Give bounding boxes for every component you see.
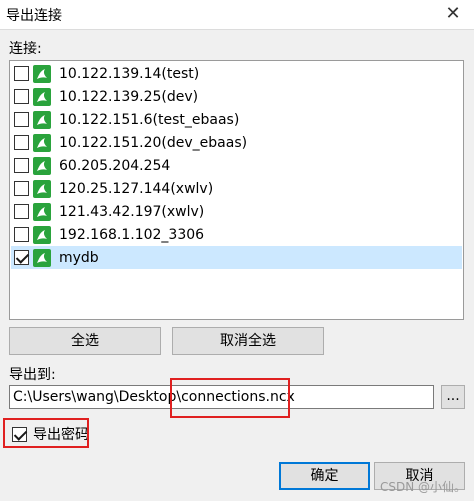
- mysql-connection-icon: [33, 225, 51, 244]
- list-item[interactable]: 10.122.139.14(test): [11, 62, 462, 85]
- connection-label: 121.43.42.197(xwlv): [59, 203, 205, 220]
- connection-label: 60.205.204.254: [59, 157, 171, 174]
- mysql-connection-icon: [33, 156, 51, 175]
- connection-label: 192.168.1.102_3306: [59, 226, 205, 243]
- ok-button[interactable]: 确定: [279, 462, 370, 490]
- list-item[interactable]: 10.122.139.25(dev): [11, 85, 462, 108]
- highlight-box: [170, 378, 290, 418]
- connection-label: mydb: [59, 249, 99, 266]
- list-item[interactable]: 10.122.151.20(dev_ebaas): [11, 131, 462, 154]
- mysql-connection-icon: [33, 64, 51, 83]
- connection-label: 120.25.127.144(xwlv): [59, 180, 214, 197]
- list-item[interactable]: 192.168.1.102_3306: [11, 223, 462, 246]
- mysql-connection-icon: [33, 133, 51, 152]
- connection-checkbox[interactable]: [14, 66, 29, 81]
- connection-label: 10.122.151.6(test_ebaas): [59, 111, 240, 128]
- connection-checkbox[interactable]: [14, 158, 29, 173]
- connection-checkbox[interactable]: [14, 227, 29, 242]
- connection-checkbox[interactable]: [14, 204, 29, 219]
- close-icon[interactable]: ✕: [442, 3, 464, 25]
- mysql-connection-icon: [33, 110, 51, 129]
- watermark: CSDN @小仙。: [379, 480, 466, 494]
- connection-label: 10.122.139.14(test): [59, 65, 200, 82]
- select-all-button[interactable]: 全选: [9, 327, 161, 355]
- list-item[interactable]: 60.205.204.254: [11, 154, 462, 177]
- title-bar: 导出连接 ✕: [0, 0, 474, 30]
- list-item[interactable]: 121.43.42.197(xwlv): [11, 200, 462, 223]
- connection-checkbox[interactable]: [14, 250, 29, 265]
- connections-label: 连接:: [9, 41, 42, 57]
- list-item[interactable]: 120.25.127.144(xwlv): [11, 177, 462, 200]
- mysql-connection-icon: [33, 202, 51, 221]
- list-item[interactable]: mydb: [11, 246, 462, 269]
- connection-label: 10.122.151.20(dev_ebaas): [59, 134, 248, 151]
- connection-checkbox[interactable]: [14, 135, 29, 150]
- connection-checkbox[interactable]: [14, 89, 29, 104]
- connection-label: 10.122.139.25(dev): [59, 88, 199, 105]
- highlight-box: [3, 418, 89, 448]
- connections-list[interactable]: 10.122.139.14(test) 10.122.139.25(dev) 1…: [9, 60, 464, 320]
- export-to-label: 导出到:: [9, 367, 56, 383]
- connection-checkbox[interactable]: [14, 181, 29, 196]
- deselect-all-button[interactable]: 取消全选: [172, 327, 324, 355]
- mysql-connection-icon: [33, 87, 51, 106]
- connection-checkbox[interactable]: [14, 112, 29, 127]
- list-item[interactable]: 10.122.151.6(test_ebaas): [11, 108, 462, 131]
- mysql-connection-icon: [33, 248, 51, 267]
- window-title: 导出连接: [6, 8, 62, 24]
- browse-button[interactable]: ...: [441, 385, 465, 409]
- mysql-connection-icon: [33, 179, 51, 198]
